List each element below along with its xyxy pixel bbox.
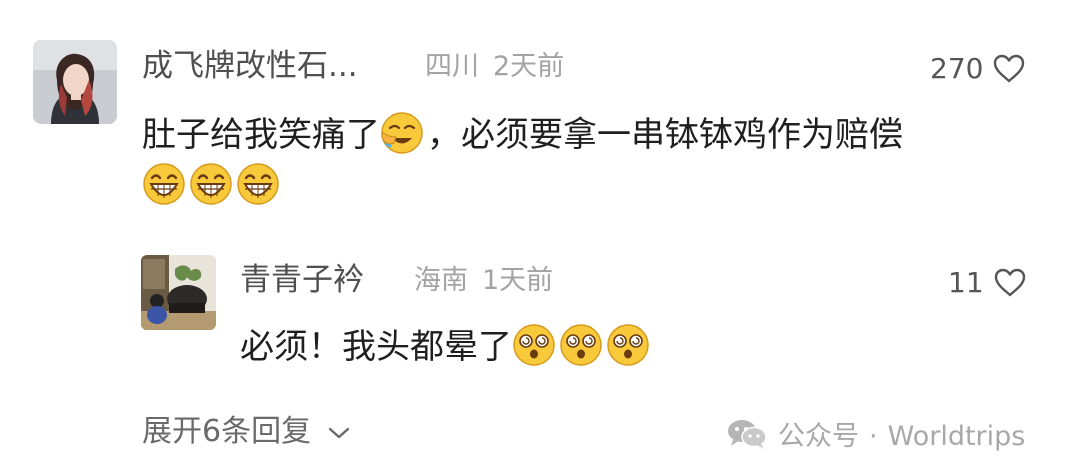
watermark-dot: ·: [869, 421, 878, 452]
replier-username[interactable]: 青青子衿: [240, 265, 364, 296]
reply-like-button[interactable]: 11: [948, 268, 1026, 297]
face-with-tears-emoji: [380, 111, 424, 155]
grinning-face-emoji: [236, 162, 280, 206]
grinning-face-emoji: [142, 162, 186, 206]
expand-replies-label: 展开6条回复: [142, 414, 312, 449]
comment-text: 肚子给我笑痛了: [142, 115, 380, 155]
comment-text-after-emoji: ，必须要拿一串钵钵鸡作为赔偿: [427, 115, 903, 155]
chevron-down-icon: [327, 417, 351, 447]
reply-meta: 海南 1天前: [414, 267, 553, 294]
comment-text-line-2: [142, 162, 283, 206]
comment-like-button[interactable]: 270: [930, 54, 1025, 83]
watermark: 公众号 · Worldtrips: [726, 418, 1025, 455]
comment-location: 四川: [425, 51, 479, 82]
dizzy-face-emoji: [606, 323, 650, 367]
heart-icon: [993, 54, 1025, 83]
dizzy-face-emoji: [559, 323, 603, 367]
comment-time: 2天前: [493, 51, 565, 82]
replier-avatar[interactable]: [141, 255, 216, 330]
reply-time: 1天前: [482, 265, 554, 296]
reply-location: 海南: [414, 265, 468, 296]
watermark-prefix: 公众号: [778, 421, 859, 452]
heart-icon: [994, 268, 1026, 297]
comment-like-count: 270: [930, 51, 984, 85]
dizzy-face-emoji: [512, 323, 556, 367]
comment-thread: 成飞牌改性石... 四川 2天前 270 肚子给我笑痛了 ，必须要拿一串钵钵鸡作为…: [0, 0, 1080, 474]
comment-meta: 四川 2天前: [425, 53, 564, 80]
grinning-face-emoji: [189, 162, 233, 206]
commenter-avatar[interactable]: [33, 40, 117, 124]
reply-like-count: 11: [948, 265, 984, 299]
comment-text-line-1: 肚子给我笑痛了 ，必须要拿一串钵钵鸡作为赔偿: [142, 111, 903, 155]
reply-text: 必须！我头都晕了: [240, 327, 512, 367]
reply-text-line: 必须！我头都晕了: [240, 323, 653, 367]
expand-replies-button[interactable]: 展开6条回复: [142, 417, 351, 447]
commenter-username[interactable]: 成飞牌改性石...: [142, 51, 358, 82]
wechat-icon: [726, 418, 768, 455]
watermark-name: Worldtrips: [887, 421, 1026, 452]
